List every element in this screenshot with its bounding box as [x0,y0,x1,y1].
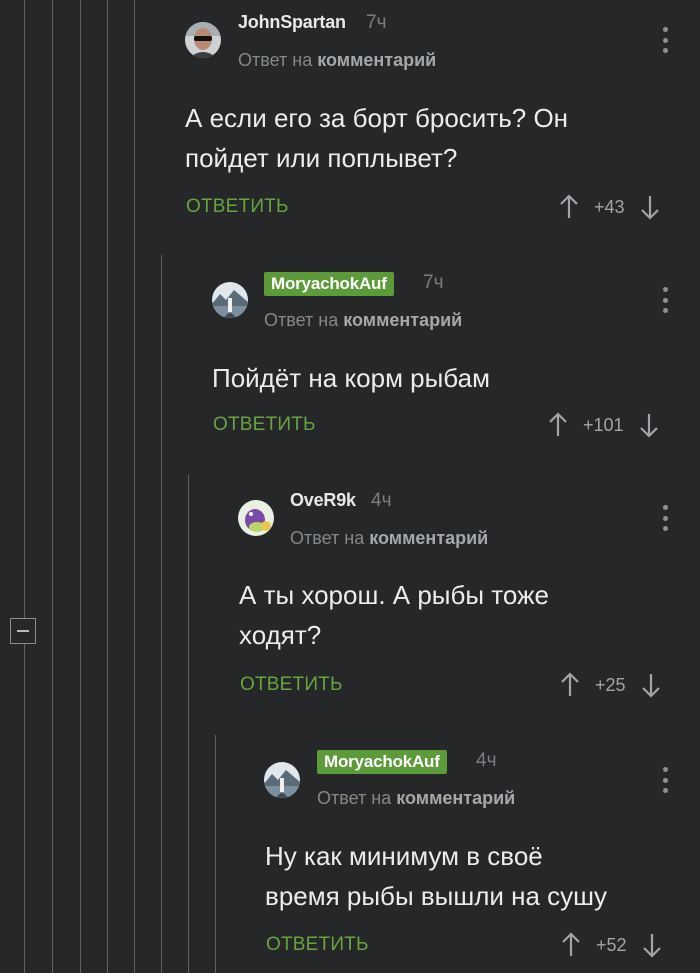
thread-line [134,0,135,973]
more-vertical-icon[interactable] [662,287,668,313]
arrow-up-icon[interactable] [547,410,569,440]
arrow-up-icon[interactable] [559,670,581,700]
comment-author[interactable]: OveR9k [290,490,356,511]
reply-to-line: Ответ на комментарий [264,310,462,331]
arrow-down-icon[interactable] [641,930,663,960]
comment-text-line: пойдет или поплывет? [185,143,458,173]
comment-text: А если его за борт бросить? Он пойдет ил… [185,98,568,178]
arrow-up-icon[interactable] [558,192,580,222]
avatar[interactable] [212,282,248,318]
reply-prefix: Ответ на [317,788,392,808]
reply-to-line: Ответ на комментарий [317,788,515,809]
sea-lighthouse-avatar [212,282,248,318]
arrow-down-icon[interactable] [639,192,661,222]
comment: MoryachokAuf 7ч Ответ на комментарий Пой… [192,255,700,475]
comment-text: Ну как минимум в своё время рыбы вышли н… [265,836,607,916]
purple-dinosaur-avatar [238,500,274,536]
reply-button[interactable]: ОТВЕТИТЬ [266,934,369,956]
comment: OveR9k 4ч Ответ на комментарий А ты хоро… [219,475,700,735]
comment-text-line: А ты хорош. А рыбы тоже [239,580,549,610]
comment-text: А ты хорош. А рыбы тоже ходят? [239,575,549,655]
vote-panel: +52 [560,930,663,960]
collapse-minus-icon [17,630,29,632]
avatar[interactable] [264,762,300,798]
more-vertical-icon[interactable] [662,505,668,531]
reply-target-link[interactable]: комментарий [396,788,515,808]
reply-prefix: Ответ на [290,528,365,548]
sea-lighthouse-avatar [264,762,300,798]
reply-prefix: Ответ на [264,310,339,330]
comment-author[interactable]: JohnSpartan [238,12,346,33]
rating-count: +25 [595,674,626,695]
avatar[interactable] [185,22,221,58]
vote-panel: +25 [559,670,662,700]
reply-target-link[interactable]: комментарий [343,310,462,330]
man-with-sunglasses-avatar [185,22,221,58]
thread-line [52,0,53,973]
reply-button[interactable]: ОТВЕТИТЬ [240,674,343,696]
comment-thread: JohnSpartan 7ч Ответ на комментарий А ес… [0,0,700,973]
avatar[interactable] [238,500,274,536]
vote-panel: +43 [558,192,661,222]
comment-text-line: ходят? [239,620,322,650]
more-vertical-icon[interactable] [662,767,668,793]
reply-prefix: Ответ на [238,50,313,70]
comment-text-line: время рыбы вышли на сушу [265,881,608,911]
rating-count: +52 [596,934,627,955]
comment-author[interactable]: MoryachokAuf [264,272,394,296]
comment-text-line: Пойдёт на корм рыбам [212,363,490,393]
comment-time: 4ч [371,490,392,511]
comment: JohnSpartan 7ч Ответ на комментарий А ес… [165,0,700,240]
thread-line [24,0,25,973]
vote-panel: +101 [547,410,660,440]
thread-line [80,0,81,973]
thread-line [188,475,189,973]
reply-button[interactable]: ОТВЕТИТЬ [213,414,316,436]
thread-line [215,735,216,973]
comment-time: 4ч [476,750,497,771]
comment-time: 7ч [423,272,444,293]
arrow-down-icon[interactable] [638,410,660,440]
reply-to-line: Ответ на комментарий [290,528,488,549]
thread-line [161,255,162,973]
thread-line [107,0,108,973]
comment-text: Пойдёт на корм рыбам [212,358,490,398]
reply-button[interactable]: ОТВЕТИТЬ [186,196,289,218]
collapse-thread-button[interactable] [10,618,36,644]
more-vertical-icon[interactable] [662,27,668,53]
comment-author[interactable]: MoryachokAuf [317,750,447,774]
rating-count: +43 [594,196,625,217]
arrow-down-icon[interactable] [640,670,662,700]
comment: MoryachokAuf 4ч Ответ на комментарий Ну … [246,735,700,973]
rating-count: +101 [583,414,624,435]
comment-text-line: Ну как минимум в своё [265,841,543,871]
comment-time: 7ч [366,12,387,33]
arrow-up-icon[interactable] [560,930,582,960]
comment-text-line: А если его за борт бросить? Он [185,103,569,133]
reply-target-link[interactable]: комментарий [369,528,488,548]
reply-to-line: Ответ на комментарий [238,50,436,71]
reply-target-link[interactable]: комментарий [317,50,436,70]
